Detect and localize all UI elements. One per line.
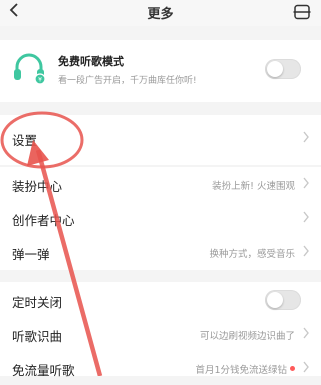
top-bar: 更多 — [0, 0, 321, 26]
svg-text:¥: ¥ — [38, 77, 42, 84]
settings-label: 设置 — [12, 133, 38, 148]
dressup-center-row[interactable]: 装扮中心 装扮上新! 火速围观 — [0, 167, 321, 201]
tan-yi-tan-row[interactable]: 弹一弹 换种方式，感受音乐 — [0, 235, 321, 269]
free-mode-toggle[interactable] — [265, 59, 301, 79]
settings-card: 设置 — [0, 115, 321, 165]
creator-center-label: 创作者中心 — [12, 213, 75, 228]
red-dot-badge — [290, 366, 295, 371]
tan-yi-tan-label: 弹一弹 — [12, 247, 50, 262]
free-mode-subtitle: 看一段广告开启，千万曲库任你听! — [58, 76, 197, 86]
sleep-timer-row[interactable]: 定时关闭 — [0, 283, 321, 317]
dressup-center-label: 装扮中心 — [12, 179, 63, 194]
chevron-right-icon — [303, 211, 309, 223]
chevron-right-icon — [303, 131, 309, 143]
chevron-right-icon — [303, 177, 309, 189]
data-free-label: 免流量听歌 — [12, 363, 75, 378]
data-free-row[interactable]: 免流量听歌 首月1分钱免流送绿钻 — [0, 351, 321, 385]
toggle-knob — [267, 61, 283, 77]
page-title: 更多 — [147, 7, 174, 22]
song-recognition-label: 听歌识曲 — [12, 329, 63, 344]
free-mode-title: 免费听歌模式 — [58, 55, 124, 68]
song-recognition-row[interactable]: 听歌识曲 可以边刷视频边识曲了 — [0, 317, 321, 351]
menu-group-2: 定时关闭 听歌识曲 可以边刷视频边识曲了 免流量听歌 首月1分钱免流送绿钻 — [0, 282, 321, 378]
creator-center-row[interactable]: 创作者中心 — [0, 201, 321, 235]
dressup-center-sub: 装扮上新! 火速围观 — [212, 181, 295, 192]
settings-row[interactable]: 设置 — [0, 121, 321, 155]
headphones-icon: ¥ — [11, 50, 47, 86]
tan-yi-tan-sub: 换种方式，感受音乐 — [209, 249, 295, 260]
scan-icon[interactable] — [293, 4, 311, 20]
free-mode-card: ¥ 免费听歌模式 看一段广告开启，千万曲库任你听! — [0, 40, 321, 102]
chevron-right-icon — [303, 361, 309, 373]
chevron-right-icon — [303, 327, 309, 339]
chevron-right-icon — [303, 245, 309, 257]
sleep-timer-toggle[interactable] — [265, 290, 301, 310]
data-free-sub: 首月1分钱免流送绿钻 — [195, 365, 287, 376]
song-recognition-sub: 可以边刷视频边识曲了 — [199, 331, 295, 342]
sleep-timer-label: 定时关闭 — [12, 295, 63, 310]
menu-group-1: 装扮中心 装扮上新! 火速围观 创作者中心 弹一弹 换种方式，感受音乐 — [0, 167, 321, 270]
toggle-knob — [267, 292, 283, 308]
